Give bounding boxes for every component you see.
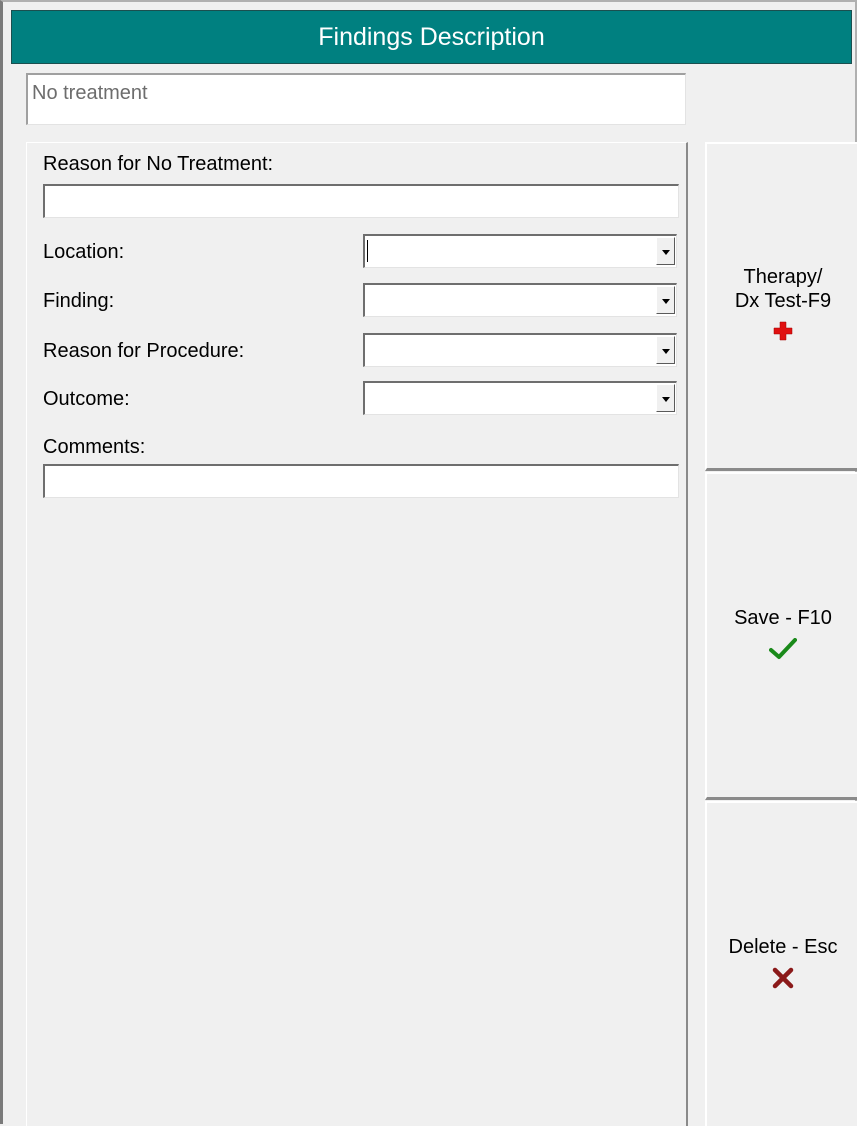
red-cross-icon: [773, 321, 793, 347]
location-select[interactable]: [363, 234, 677, 268]
therapy-dx-test-button[interactable]: Therapy/ Dx Test-F9: [705, 142, 857, 471]
dark-red-x-icon: [772, 967, 794, 995]
save-button-label: Save - F10: [734, 606, 832, 629]
reason-no-treatment-label: Reason for No Treatment:: [43, 153, 274, 175]
therapy-button-label: Therapy/ Dx Test-F9: [734, 266, 832, 312]
delete-button-label: Delete - Esc: [728, 935, 838, 958]
comments-input[interactable]: [43, 464, 679, 498]
findings-description-window: Findings Description No treatment Reason…: [0, 0, 857, 1126]
green-checkmark-icon: [769, 637, 797, 666]
text-cursor: [367, 240, 368, 262]
finding-label: Finding:: [43, 290, 115, 312]
reason-procedure-select[interactable]: [363, 333, 677, 367]
location-label: Location:: [43, 241, 125, 263]
comments-label: Comments:: [43, 436, 146, 458]
reason-procedure-label: Reason for Procedure:: [43, 340, 245, 362]
location-dropdown-arrow-icon[interactable]: [656, 237, 675, 265]
save-button[interactable]: Save - F10: [705, 472, 857, 800]
findings-form-panel: Reason for No Treatment: Location: Findi…: [26, 142, 688, 1126]
finding-dropdown-arrow-icon[interactable]: [656, 286, 675, 314]
outcome-dropdown-arrow-icon[interactable]: [656, 384, 675, 412]
outcome-label: Outcome:: [43, 388, 130, 410]
outcome-select[interactable]: [363, 381, 677, 415]
delete-button[interactable]: Delete - Esc: [705, 801, 857, 1126]
reason-procedure-dropdown-arrow-icon[interactable]: [656, 336, 675, 364]
window-title-bar: Findings Description: [11, 10, 852, 64]
findings-summary-field[interactable]: No treatment: [26, 73, 686, 125]
window-title: Findings Description: [318, 22, 545, 51]
reason-no-treatment-input[interactable]: [43, 184, 679, 218]
finding-select[interactable]: [363, 283, 677, 317]
